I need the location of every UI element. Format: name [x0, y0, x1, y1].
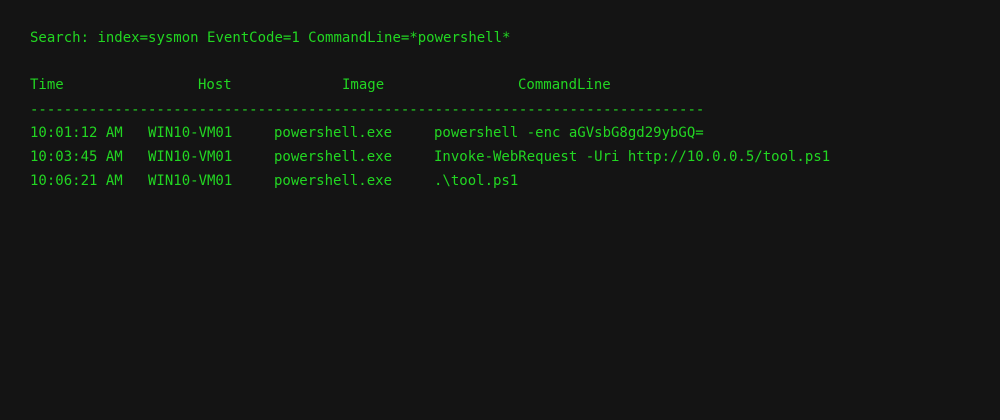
cell-image: powershell.exe: [274, 125, 393, 141]
table-row[interactable]: 10:03:45 AM WIN10-VM01 powershell.exe In…: [30, 149, 970, 167]
cell-host: WIN10-VM01: [148, 125, 233, 141]
terminal-window: Search: index=sysmon EventCode=1 Command…: [0, 0, 1000, 420]
table-divider: ----------------------------------------…: [30, 102, 705, 118]
search-label: Search:: [30, 30, 90, 46]
cell-time: 10:03:45 AM: [30, 149, 123, 165]
cell-image: powershell.exe: [274, 173, 393, 189]
table-row[interactable]: 10:06:21 AM WIN10-VM01 powershell.exe .\…: [30, 173, 970, 191]
column-header-time: Time: [30, 77, 64, 93]
cell-commandline: powershell -enc aGVsbG8gd29ybGQ=: [434, 125, 704, 141]
search-query[interactable]: index=sysmon EventCode=1 CommandLine=*po…: [97, 30, 510, 46]
cell-time: 10:01:12 AM: [30, 125, 123, 141]
cell-host: WIN10-VM01: [148, 149, 233, 165]
table-row[interactable]: 10:01:12 AM WIN10-VM01 powershell.exe po…: [30, 125, 970, 143]
cell-time: 10:06:21 AM: [30, 173, 123, 189]
column-header-image: Image: [342, 77, 385, 93]
cell-commandline: .\tool.ps1: [434, 173, 519, 189]
cell-commandline: Invoke-WebRequest -Uri http://10.0.0.5/t…: [434, 149, 831, 165]
table-header: Time Host Image CommandLine: [30, 77, 970, 95]
column-header-commandline: CommandLine: [518, 77, 611, 93]
column-header-host: Host: [198, 77, 232, 93]
cell-host: WIN10-VM01: [148, 173, 233, 189]
cell-image: powershell.exe: [274, 149, 393, 165]
search-query-line[interactable]: Search: index=sysmon EventCode=1 Command…: [30, 29, 510, 47]
